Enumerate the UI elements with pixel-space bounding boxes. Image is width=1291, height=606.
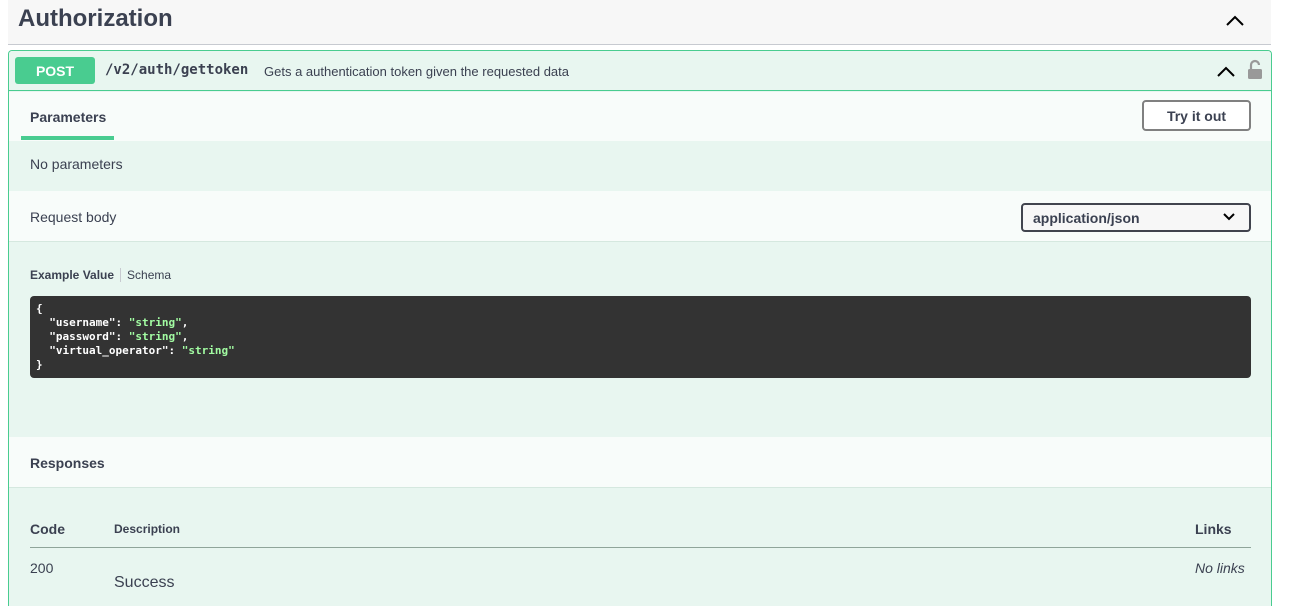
tab-parameters[interactable]: Parameters [21,92,114,140]
table-divider [30,547,1251,548]
column-header-code: Code [30,521,65,537]
content-type-value: application/json [1033,210,1140,226]
tab-example-value[interactable]: Example Value [30,268,114,282]
opblock-post: POST /v2/auth/gettoken Gets a authentica… [8,50,1272,606]
model-tabs: Example Value Schema [30,268,171,282]
parameters-header: Parameters Try it out [9,92,1271,141]
json-value: "string" [128,316,182,329]
content-type-select[interactable]: application/json [1021,203,1251,232]
json-comma: , [181,330,189,343]
section-title: Authorization [18,5,173,32]
response-code: 200 [30,560,54,576]
operation-summary: Gets a authentication token given the re… [264,64,569,79]
chevron-down-icon [1223,213,1235,221]
json-value: "string" [181,344,235,357]
tab-parameters-label: Parameters [30,109,107,125]
responses-title: Responses [30,455,105,471]
operation-path[interactable]: /v2/auth/gettoken [105,62,248,78]
column-header-description: Description [114,522,181,536]
response-description: Success [114,574,175,591]
request-body-label: Request body [30,209,117,225]
tab-divider [120,268,122,282]
json-comma: , [181,316,189,329]
request-body-header: Request body application/json [9,191,1271,242]
response-links: No links [1195,560,1245,576]
chevron-up-icon[interactable] [1215,61,1237,83]
json-key: "virtual_operator" [49,344,169,357]
responses-header: Responses [9,437,1271,488]
tab-schema[interactable]: Schema [127,268,171,282]
chevron-up-icon[interactable] [1223,9,1247,33]
json-value: "string" [128,330,182,343]
open-brace: { [36,302,43,315]
method-badge: POST [15,57,95,84]
example-json-code: { "username": "string", "password": "str… [30,296,1251,378]
try-it-out-button[interactable]: Try it out [1142,100,1251,131]
json-key: "username" [49,316,116,329]
close-brace: } [36,358,43,371]
unlocked-lock-icon[interactable] [1246,59,1264,81]
column-header-links: Links [1195,521,1232,537]
opblock-summary[interactable]: POST /v2/auth/gettoken Gets a authentica… [9,51,1271,91]
json-key: "password" [49,330,116,343]
section-header[interactable]: Authorization [8,0,1271,45]
no-parameters-text: No parameters [30,156,123,172]
